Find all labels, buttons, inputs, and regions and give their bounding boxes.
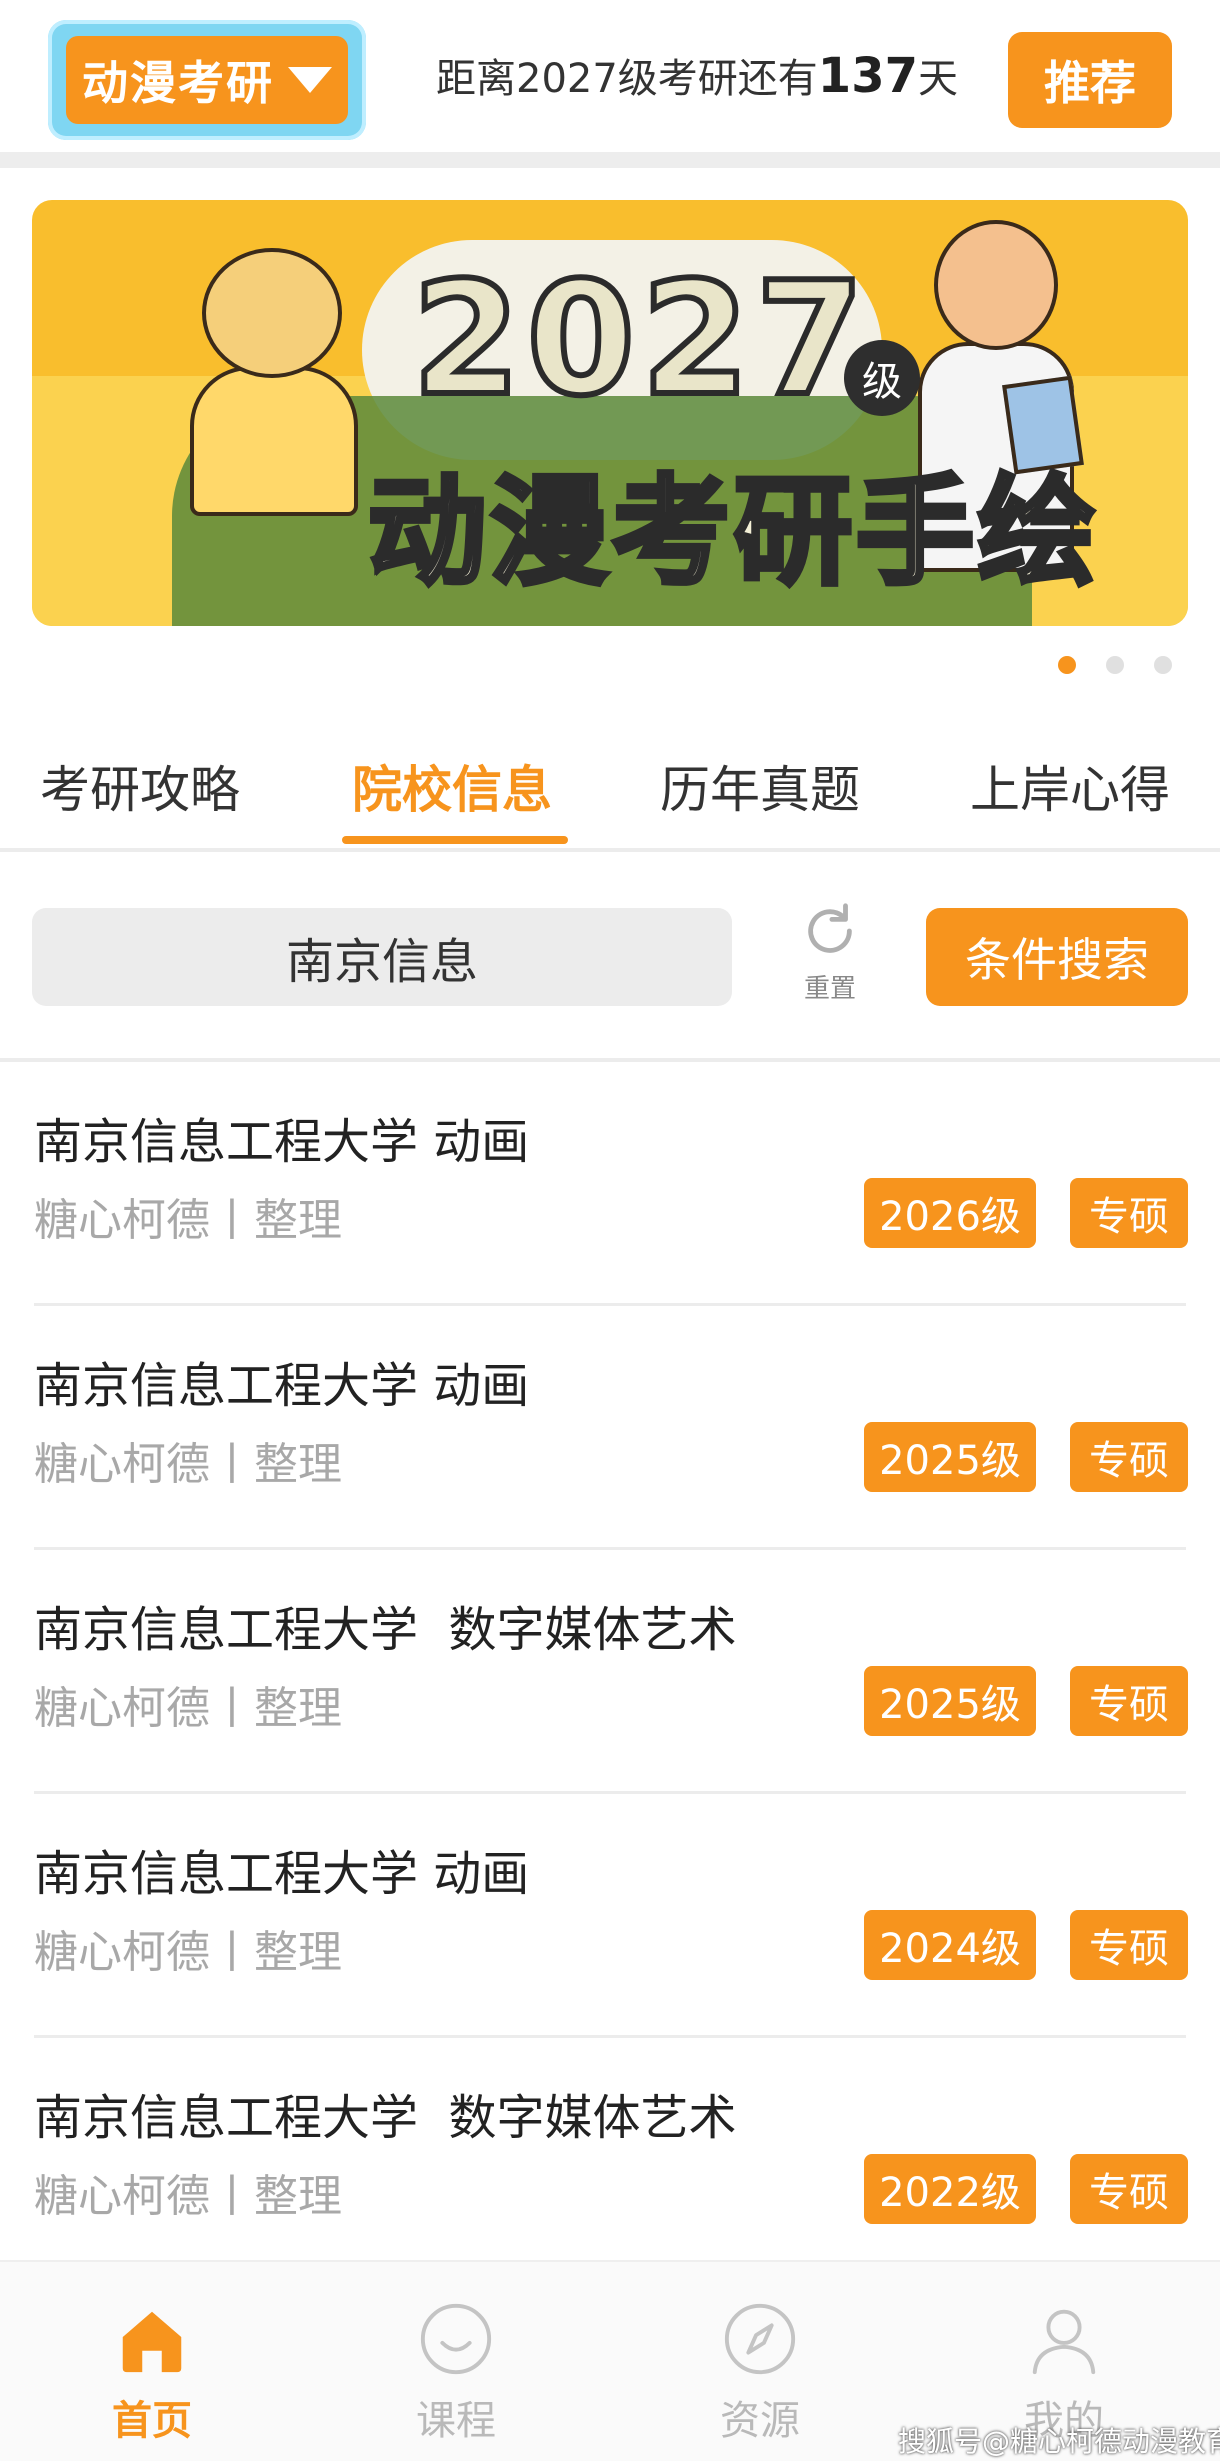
brand-selector-inner[interactable]: 动漫考研	[66, 36, 348, 124]
year-tag: 2025级	[864, 1422, 1036, 1492]
tab-school-info[interactable]: 院校信息	[352, 750, 552, 822]
nav-home-label: 首页	[112, 2398, 192, 2444]
degree-type-tag: 专硕	[1070, 1178, 1188, 1248]
degree-type-tag: 专硕	[1070, 1666, 1188, 1736]
carousel-dot[interactable]	[1058, 656, 1076, 674]
item-meta: 糖心柯德丨整理	[34, 1439, 342, 1490]
list-item[interactable]: 南京信息工程大学 数字媒体艺术 糖心柯德丨整理 2022级 专硕	[0, 2038, 1220, 2282]
nav-resources-label: 资源	[720, 2398, 800, 2444]
item-title: 南京信息工程大学 动画	[34, 1358, 530, 1414]
header-divider	[0, 152, 1220, 168]
countdown-prefix: 距离2027级考研还有	[436, 56, 818, 102]
item-meta: 糖心柯德丨整理	[34, 2171, 342, 2222]
exam-countdown: 距离2027级考研还有137天	[436, 46, 958, 104]
item-title: 南京信息工程大学 动画	[34, 1846, 530, 1902]
countdown-days: 137	[817, 48, 918, 104]
smile-icon	[420, 2303, 492, 2375]
active-tab-underline	[342, 836, 568, 844]
carousel-indicator	[1058, 656, 1172, 674]
item-title: 南京信息工程大学 数字媒体艺术	[34, 1602, 737, 1658]
nav-courses-label: 课程	[416, 2398, 496, 2444]
carousel-dot[interactable]	[1106, 656, 1124, 674]
banner-grade-badge: 级	[844, 340, 920, 416]
year-tag: 2024级	[864, 1910, 1036, 1980]
brand-selector[interactable]: 动漫考研	[48, 20, 366, 140]
carousel-dot[interactable]	[1154, 656, 1172, 674]
reset-label: 重置	[803, 974, 856, 1004]
item-title: 南京信息工程大学 数字媒体艺术	[34, 2090, 737, 2146]
nav-resources[interactable]: 资源	[690, 2300, 830, 2446]
banner-year: 2027	[409, 245, 871, 433]
filter-search-button[interactable]: 条件搜索	[926, 908, 1188, 1006]
list-item[interactable]: 南京信息工程大学 动画 糖心柯德丨整理 2026级 专硕	[0, 1062, 1220, 1306]
year-tag: 2025级	[864, 1666, 1036, 1736]
banner-character-left	[182, 248, 362, 516]
degree-type-tag: 专硕	[1070, 1910, 1188, 1980]
banner-title: 动漫考研手绘	[365, 461, 1101, 604]
tabs-divider	[0, 848, 1220, 852]
brand-label: 动漫考研	[82, 56, 274, 110]
nav-home[interactable]: 首页	[82, 2300, 222, 2446]
refresh-icon	[808, 903, 852, 953]
category-tabs: 考研攻略 院校信息 历年真题 上岸心得	[0, 730, 1220, 850]
degree-type-tag: 专硕	[1070, 2154, 1188, 2224]
degree-type-tag: 专硕	[1070, 1422, 1188, 1492]
list-item[interactable]: 南京信息工程大学 动画 糖心柯德丨整理 2025级 专硕	[0, 1306, 1220, 1550]
tab-strategy[interactable]: 考研攻略	[40, 750, 240, 822]
list-item[interactable]: 南京信息工程大学 动画 糖心柯德丨整理 2024级 专硕	[0, 1794, 1220, 2038]
item-meta: 糖心柯德丨整理	[34, 1683, 342, 1734]
compass-icon	[724, 2303, 796, 2375]
tab-experience[interactable]: 上岸心得	[970, 750, 1170, 822]
item-meta: 糖心柯德丨整理	[34, 1927, 342, 1978]
app-header: 动漫考研 距离2027级考研还有137天 推荐	[0, 0, 1220, 152]
search-input[interactable]	[32, 908, 732, 1006]
year-tag: 2022级	[864, 2154, 1036, 2224]
dropdown-triangle-icon	[288, 67, 332, 93]
promo-banner[interactable]: 2027 级 动漫考研手绘	[32, 200, 1188, 626]
home-icon	[122, 2311, 182, 2373]
item-meta: 糖心柯德丨整理	[34, 1195, 342, 1246]
countdown-suffix: 天	[918, 56, 958, 102]
year-tag: 2026级	[864, 1178, 1036, 1248]
list-item[interactable]: 南京信息工程大学 数字媒体艺术 糖心柯德丨整理 2025级 专硕	[0, 1550, 1220, 1794]
recommend-button[interactable]: 推荐	[1008, 32, 1172, 128]
nav-courses[interactable]: 课程	[386, 2300, 526, 2446]
user-icon	[1032, 2309, 1096, 2375]
source-watermark: 搜狐号@糖心柯德动漫教育	[898, 2425, 1220, 2458]
reset-button[interactable]: 重置	[790, 900, 870, 1020]
school-info-list: 南京信息工程大学 动画 糖心柯德丨整理 2026级 专硕 南京信息工程大学 动画…	[0, 1062, 1220, 2282]
tab-past-papers[interactable]: 历年真题	[660, 750, 860, 822]
item-title: 南京信息工程大学 动画	[34, 1114, 530, 1170]
